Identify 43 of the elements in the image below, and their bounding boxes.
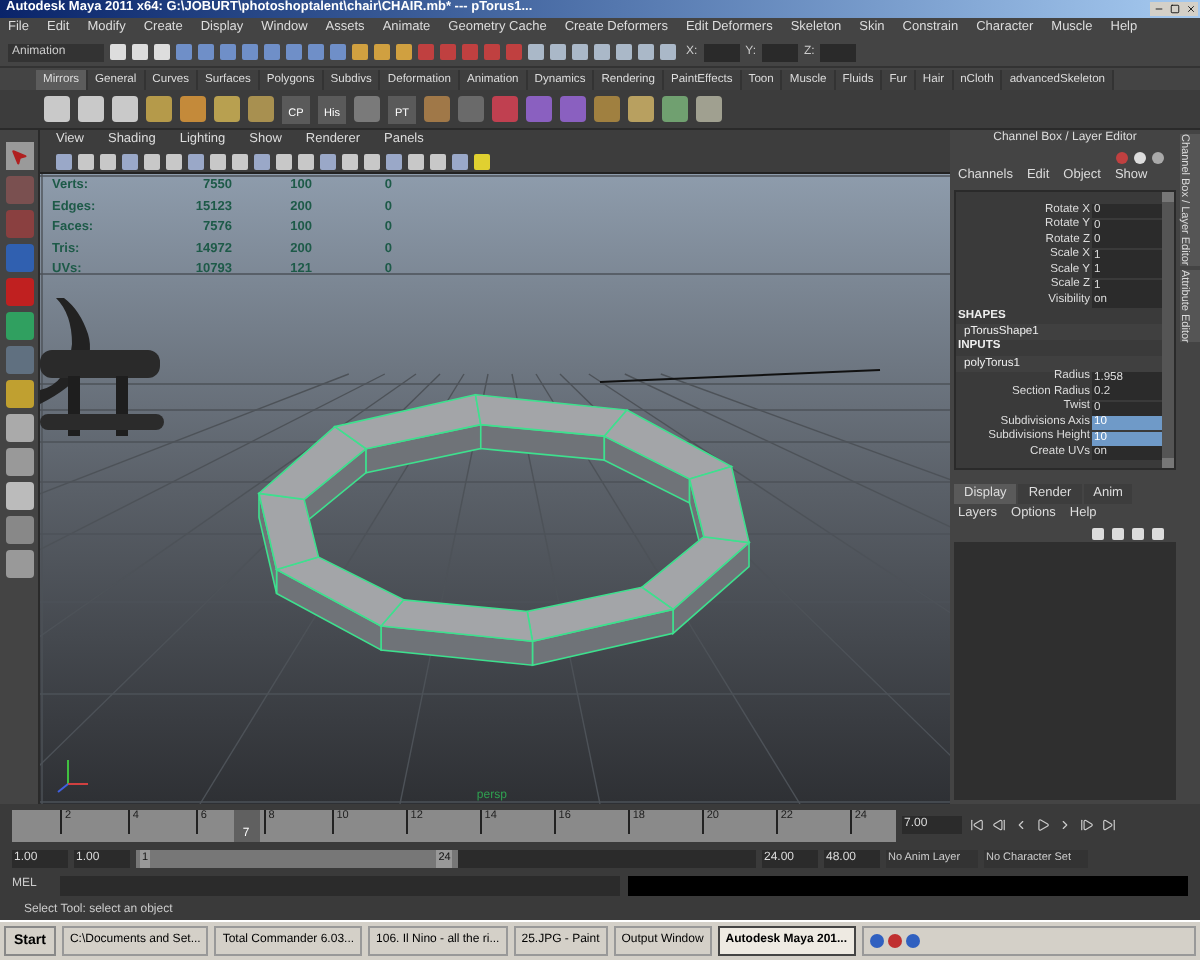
minimize-button[interactable] bbox=[1150, 2, 1166, 16]
shelf-tool-icon[interactable] bbox=[594, 96, 620, 122]
shelf-tool-icon[interactable] bbox=[424, 96, 450, 122]
shelf-tool-icon[interactable] bbox=[696, 96, 722, 122]
shelf-tool-icon[interactable] bbox=[180, 96, 206, 122]
shelf-tool-icon[interactable] bbox=[354, 96, 380, 122]
select-tool-button[interactable] bbox=[5, 142, 33, 170]
shelf-tool-icon[interactable] bbox=[662, 96, 688, 122]
play-backward-icon[interactable] bbox=[1013, 818, 1027, 832]
shelf-tool-icon[interactable] bbox=[526, 96, 552, 122]
maximize-button[interactable] bbox=[1166, 2, 1182, 16]
z-field[interactable] bbox=[820, 43, 857, 61]
y-field[interactable] bbox=[762, 43, 799, 61]
next-key-icon[interactable] bbox=[1079, 818, 1093, 832]
go-to-end-icon[interactable] bbox=[1101, 818, 1115, 832]
shelf-tool-icon[interactable] bbox=[492, 96, 518, 122]
minimize-icon bbox=[1153, 4, 1163, 14]
shelf-tool-icon[interactable] bbox=[560, 96, 586, 122]
shelf-tool-icon[interactable] bbox=[78, 96, 104, 122]
axis-icon bbox=[57, 759, 89, 793]
shelf-tool-icon[interactable] bbox=[458, 96, 484, 122]
pointer-icon bbox=[10, 147, 28, 165]
x-field[interactable] bbox=[703, 43, 740, 61]
shelf-tool-icon[interactable] bbox=[248, 96, 274, 122]
go-to-start-icon[interactable] bbox=[969, 818, 983, 832]
close-button[interactable] bbox=[1182, 2, 1198, 16]
tool-icon[interactable] bbox=[5, 414, 33, 442]
tool-icon[interactable] bbox=[5, 312, 33, 340]
play-icon[interactable] bbox=[1035, 818, 1049, 832]
range-bar[interactable] bbox=[136, 850, 459, 868]
tool-icon[interactable] bbox=[5, 550, 33, 578]
step-back-icon[interactable] bbox=[991, 818, 1005, 832]
tool-icon[interactable] bbox=[5, 448, 33, 476]
tool-icon[interactable] bbox=[5, 482, 33, 510]
shelf-tool-icon[interactable] bbox=[214, 96, 240, 122]
shelf-tool-icon[interactable] bbox=[146, 96, 172, 122]
tool-icon[interactable] bbox=[5, 380, 33, 408]
shelf-tool-icon[interactable] bbox=[628, 96, 654, 122]
tool-icon[interactable] bbox=[5, 516, 33, 544]
shelf-tool-icon[interactable] bbox=[44, 96, 70, 122]
step-forward-icon[interactable] bbox=[1057, 818, 1071, 832]
maximize-icon bbox=[1169, 4, 1179, 14]
shelf-tool-icon[interactable] bbox=[112, 96, 138, 122]
